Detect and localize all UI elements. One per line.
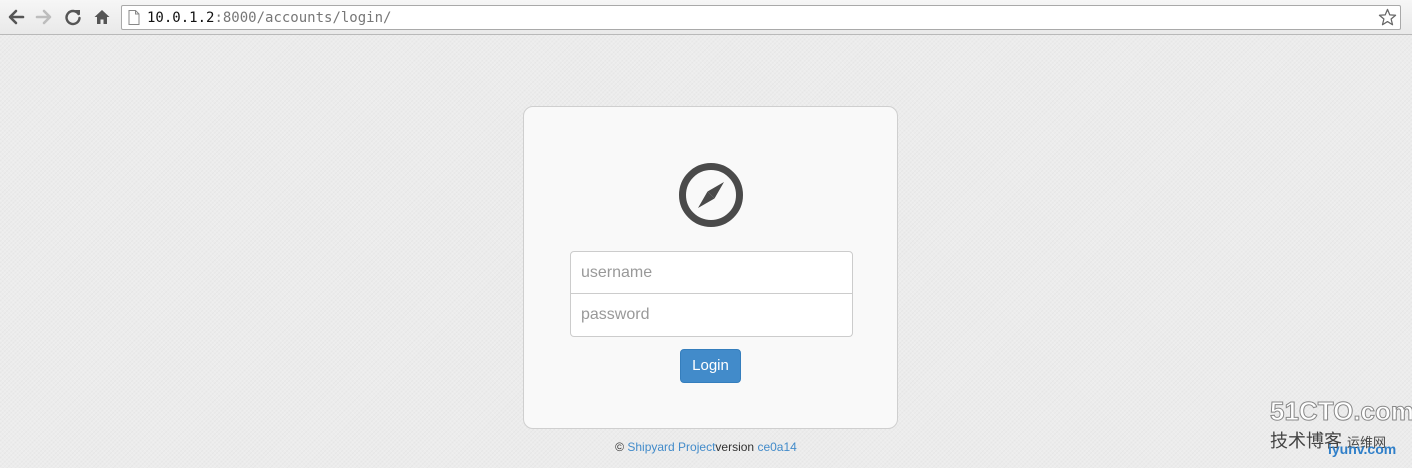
- footer: © Shipyard Projectversion ce0a14: [0, 440, 1412, 454]
- shipyard-project-link[interactable]: Shipyard Project: [627, 440, 715, 454]
- url-text: 10.0.1.2:8000/accounts/login/: [147, 9, 391, 27]
- password-input[interactable]: [570, 294, 853, 337]
- compass-icon: [679, 163, 743, 227]
- browser-toolbar: 10.0.1.2:8000/accounts/login/: [0, 0, 1412, 35]
- address-bar[interactable]: 10.0.1.2:8000/accounts/login/: [121, 5, 1401, 30]
- version-link[interactable]: ce0a14: [757, 440, 796, 454]
- username-input[interactable]: [570, 251, 853, 294]
- home-icon: [94, 10, 110, 24]
- version-label: version: [715, 440, 755, 454]
- watermark-brand: 51CTO.com: [1269, 396, 1412, 427]
- login-button[interactable]: Login: [680, 349, 741, 383]
- url-path: :8000/accounts/login/: [214, 10, 392, 26]
- forward-icon: [35, 9, 52, 25]
- back-icon: [8, 9, 25, 25]
- watermark: 51CTO.com 技术博客 运维网 iyunv.com: [1268, 396, 1412, 462]
- watermark-domain: iyunv.com: [1328, 441, 1397, 457]
- bookmark-star-icon[interactable]: [1378, 8, 1397, 27]
- copyright-symbol: ©: [615, 440, 625, 454]
- reload-button[interactable]: [62, 6, 84, 28]
- forward-button[interactable]: [33, 6, 55, 28]
- home-button[interactable]: [91, 6, 113, 28]
- reload-icon: [65, 9, 81, 26]
- url-host: 10.0.1.2: [147, 10, 215, 26]
- page-icon: [128, 10, 140, 25]
- back-button[interactable]: [5, 6, 27, 28]
- login-card: Login: [523, 106, 898, 429]
